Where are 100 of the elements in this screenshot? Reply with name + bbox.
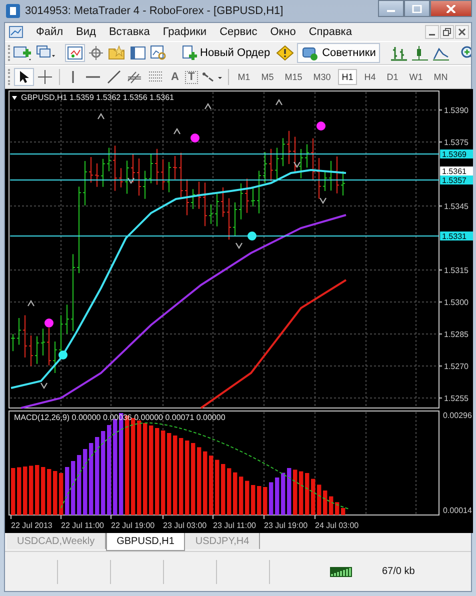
histogram-bar [335,502,340,515]
histogram-bar [323,490,328,515]
histogram-bar [191,443,196,515]
timeframe-button[interactable]: M30 [309,69,335,85]
price-tag: 1.5357 [440,176,473,185]
time-label: 23 Jul 03:00 [163,521,207,530]
menu-item[interactable]: Сервис [220,26,258,38]
histogram-bar [59,473,64,515]
line-chart-icon[interactable] [432,45,450,61]
crosshair-icon[interactable] [87,45,105,61]
histogram-bar [83,449,88,515]
time-label: 23 Jul 19:00 [264,521,308,530]
document-plus-icon [181,45,197,61]
menu-item[interactable]: Графики [162,26,207,38]
timeframe-button[interactable]: M5 [257,69,278,85]
warning-icon[interactable] [276,45,294,61]
histogram-bar [311,478,316,515]
time-label: 24 Jul 03:00 [315,521,359,530]
traffic-text: 67/0 kb [382,566,415,577]
text-tool-button[interactable]: A [168,71,182,83]
histogram-bar [29,466,34,515]
histogram-bar [215,460,220,515]
chart-window-icon[interactable] [9,26,23,38]
histogram-bar [221,464,226,515]
cursor-icon[interactable] [15,69,33,85]
connection-bars-icon [330,566,352,576]
price-label: 1.5270 [444,362,468,371]
time-label: 22 Jul 11:00 [61,521,104,530]
timeframe-button[interactable]: H4 [360,69,380,85]
trendline-icon[interactable] [105,69,123,85]
folder-star-icon[interactable] [108,45,126,61]
histogram-bar [203,451,208,515]
signal-dot [190,134,200,142]
minimize-button[interactable] [378,0,404,17]
maximize-icon [412,4,422,12]
histogram-bar [329,496,334,515]
menu-item[interactable]: Файл [36,26,64,38]
menu-item[interactable]: Вставка [108,26,150,38]
maximize-button[interactable] [404,0,430,17]
histogram-bar [89,443,94,515]
close-icon [458,28,466,36]
window-icon[interactable] [129,45,147,61]
candlestick-icon[interactable] [410,45,429,61]
histogram-bar [293,470,298,515]
histogram-bar [281,472,286,515]
close-icon [446,4,456,12]
signal-dot [248,232,256,240]
price-label: 1.5300 [444,298,468,307]
tick-mark [162,514,164,520]
histogram-bar [77,455,82,515]
time-label: 23 Jul 11:00 [213,521,256,530]
collapse-triangle-icon[interactable] [12,96,17,100]
histogram-bar [47,469,52,515]
histogram-bar [257,486,262,515]
experts-button[interactable]: Советники [297,43,380,63]
label-tool-button[interactable]: T [184,70,198,84]
restore-button[interactable] [440,25,454,39]
histogram-bar [269,482,274,515]
tick-mark [314,514,316,520]
new-order-button[interactable]: Новый Ордер [178,43,274,63]
signal-dot [58,350,68,360]
price-label: 1.5255 [444,394,468,403]
histogram-bar [305,473,310,515]
close-button[interactable] [430,0,472,17]
timeframe-button[interactable]: W1 [405,69,427,85]
histogram-bar [317,484,322,515]
parallel-lines-icon[interactable] [126,69,144,85]
signal-dot [316,122,326,130]
histogram-bar [17,467,22,515]
timeframe-button[interactable]: M15 [280,69,306,85]
tick-mark [60,514,62,520]
timeframe-button[interactable]: MN [430,69,452,85]
histogram-bar [287,468,292,515]
timeframe-button[interactable]: H1 [338,69,358,85]
menu-item[interactable]: Окно [270,26,296,38]
tick-mark [212,514,214,520]
window-title: 3014953: MetaTrader 4 - RoboForex - [GBPUSD,H1] [25,5,284,17]
histogram-bar [251,485,256,515]
menu-item[interactable]: Справка [308,26,352,38]
bid-price-tag: 1.5361 [440,166,473,176]
histogram-bar [71,461,76,515]
timeframe-button[interactable]: M1 [234,69,254,85]
market-watch-icon[interactable] [66,45,84,61]
price-tag: 1.5331 [440,232,473,241]
indicator-scale-label: 0.00014 [443,506,472,515]
chart-zoom-icon[interactable] [150,45,168,61]
price-label: 1.5285 [444,330,468,339]
new-chart-icon[interactable] [13,45,33,61]
bar-chart-icon[interactable] [390,45,408,61]
timeframe-button[interactable]: D1 [382,69,402,85]
close-button[interactable] [455,25,469,39]
histogram-bar [239,476,244,515]
chart-tab[interactable]: GBPUSD,H1 [106,533,186,551]
minimize-button[interactable] [425,25,439,39]
menu-item[interactable]: Вид [76,26,96,38]
histogram-bar [35,465,40,515]
crosshair-icon[interactable] [36,69,54,85]
price-label: 1.5390 [444,106,468,115]
tick-mark [10,514,12,520]
price-label: 1.5315 [444,266,468,275]
